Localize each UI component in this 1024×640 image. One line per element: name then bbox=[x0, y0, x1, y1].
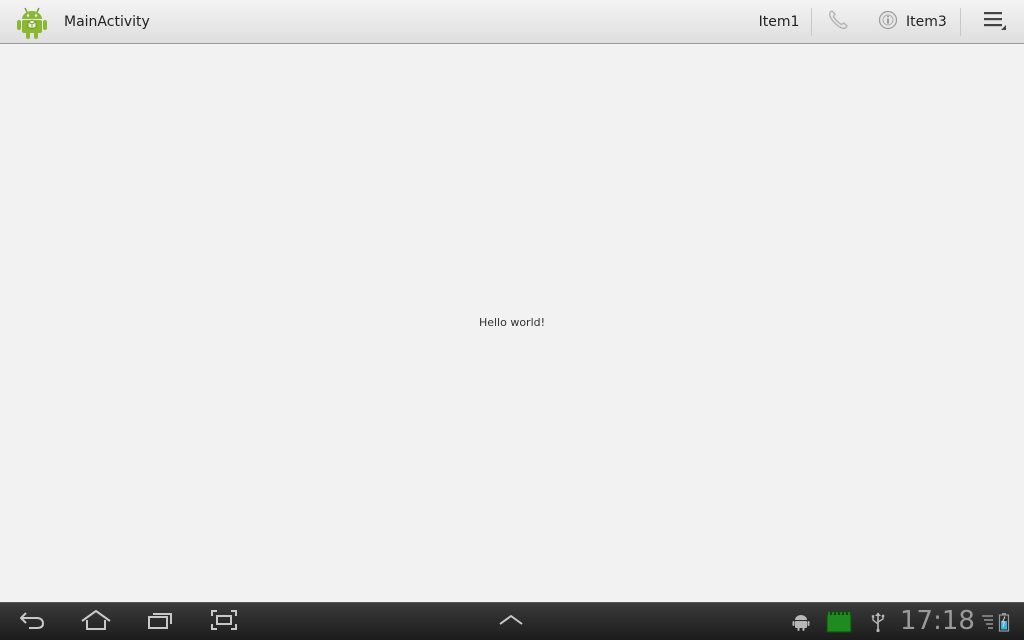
image-notification-icon[interactable] bbox=[826, 610, 852, 634]
wifi-signal-icon[interactable] bbox=[981, 610, 995, 634]
action-item-1[interactable]: Item1 bbox=[754, 0, 804, 44]
usb-icon[interactable] bbox=[868, 610, 888, 634]
recent-apps-icon bbox=[145, 609, 175, 635]
action-divider bbox=[811, 8, 812, 36]
screenshot-icon bbox=[209, 608, 239, 636]
action-divider bbox=[960, 8, 961, 36]
action-item-1-label: Item1 bbox=[758, 14, 800, 30]
phone-action-button[interactable] bbox=[818, 0, 858, 44]
hello-text: Hello world! bbox=[478, 316, 546, 329]
action-item-3[interactable]: Item3 bbox=[868, 0, 958, 44]
chevron-up-icon bbox=[497, 611, 525, 633]
android-robot-icon[interactable] bbox=[14, 4, 50, 40]
screenshot-button[interactable] bbox=[204, 607, 244, 637]
home-icon bbox=[79, 608, 113, 636]
main-content: Hello world! bbox=[0, 44, 1024, 602]
recent-apps-button[interactable] bbox=[140, 607, 180, 637]
status-clock[interactable]: 17:18 bbox=[900, 606, 975, 636]
back-icon bbox=[17, 609, 47, 635]
android-debug-icon[interactable] bbox=[790, 610, 812, 634]
app-drawer-button[interactable] bbox=[491, 607, 531, 637]
back-button[interactable] bbox=[12, 607, 52, 637]
overflow-menu-icon bbox=[980, 8, 1008, 36]
action-item-3-label: Item3 bbox=[906, 14, 947, 30]
system-bar: 17:18 bbox=[0, 602, 1024, 640]
action-bar: MainActivity Item1 Item3 bbox=[0, 0, 1024, 44]
overflow-menu-button[interactable] bbox=[966, 0, 1022, 44]
phone-icon bbox=[826, 8, 850, 36]
info-icon bbox=[878, 10, 898, 34]
screen: MainActivity Item1 Item3 Hello world! 17… bbox=[0, 0, 1024, 640]
battery-icon[interactable] bbox=[997, 610, 1011, 634]
home-button[interactable] bbox=[76, 607, 116, 637]
page-title: MainActivity bbox=[64, 14, 150, 30]
